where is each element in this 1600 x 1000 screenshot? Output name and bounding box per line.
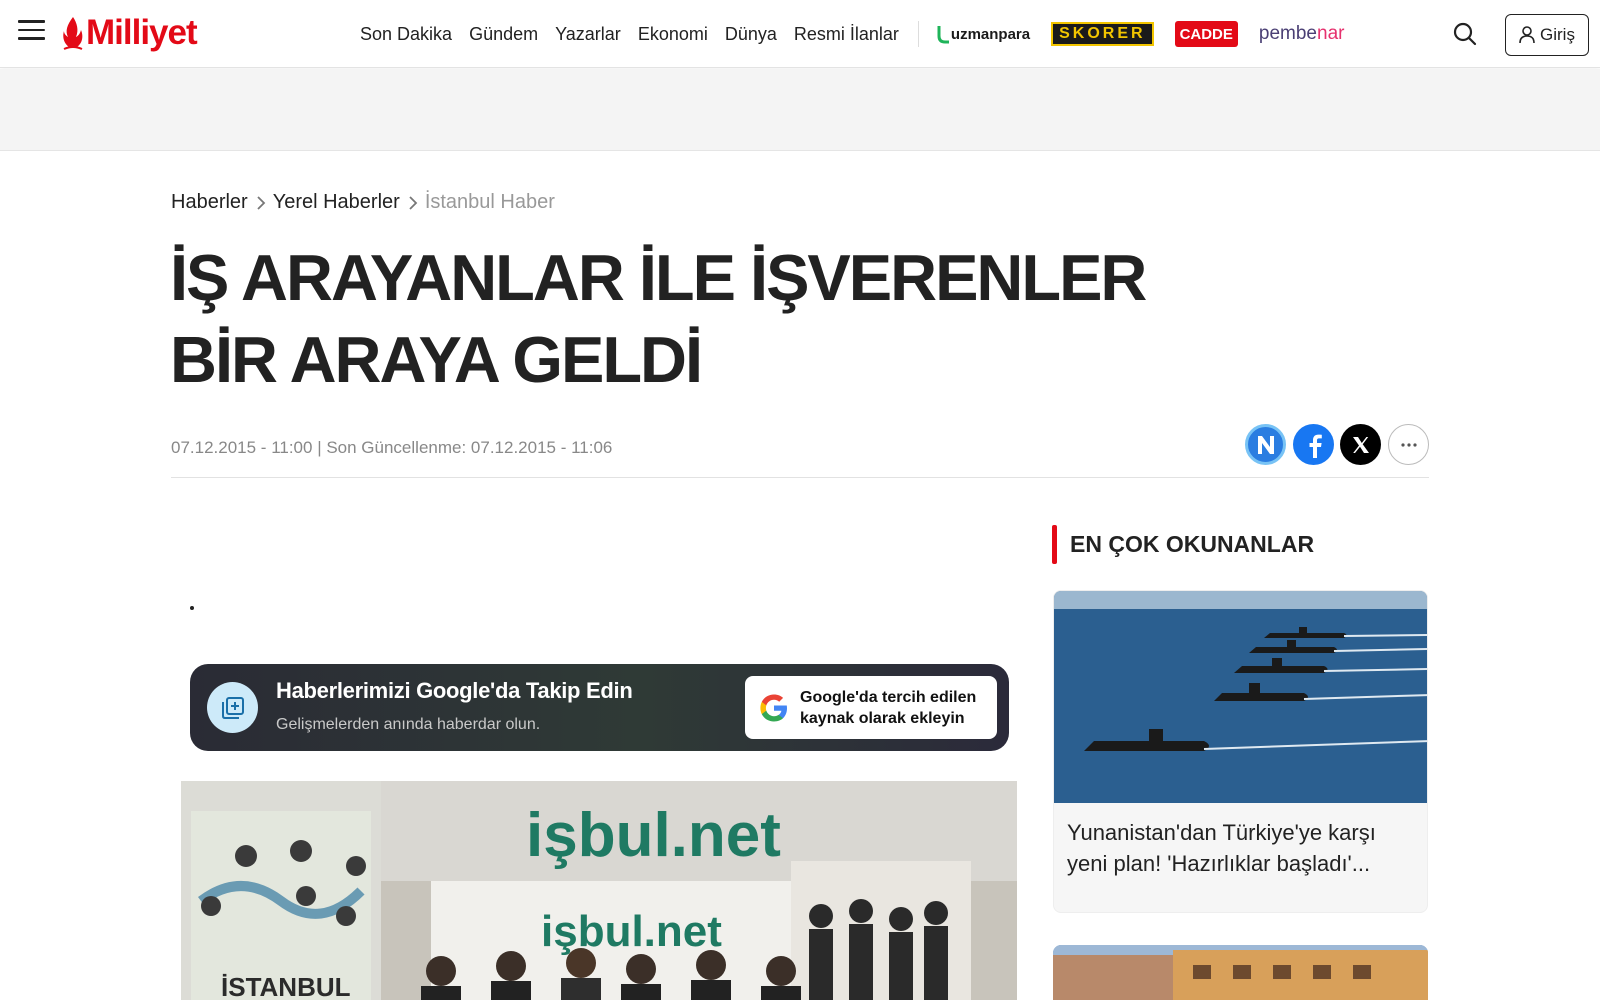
x-twitter-icon[interactable] [1340, 424, 1381, 465]
google-card-title: Haberlerimizi Google'da Takip Edin [276, 678, 633, 703]
main-nav: Son Dakika Gündem Yazarlar Ekonomi Dünya… [360, 20, 1365, 48]
bullet-dot [190, 606, 194, 610]
facebook-icon[interactable] [1293, 424, 1334, 465]
menu-icon[interactable] [18, 20, 45, 42]
nav-son-dakika[interactable]: Son Dakika [360, 24, 452, 45]
more-options-icon[interactable] [1388, 424, 1429, 465]
ad-banner-area [0, 69, 1600, 151]
brand-skorer-label: SKORER [1051, 22, 1154, 46]
google-follow-card: Haberlerimizi Google'da Takip Edin Geliş… [190, 664, 1009, 751]
share-n-icon[interactable] [1245, 424, 1286, 465]
brand-cadde-label: CADDE [1174, 21, 1238, 47]
search-icon[interactable] [1452, 21, 1478, 47]
site-logo[interactable]: Milliyet [62, 12, 198, 54]
most-read-title: EN ÇOK OKUNANLAR [1070, 531, 1315, 557]
brand-cadde[interactable]: CADDE [1174, 20, 1238, 48]
google-button-line1: Google'da tercih edilen [800, 688, 977, 706]
chevron-right-icon [408, 195, 418, 211]
chevron-right-icon [256, 195, 266, 211]
nav-yazarlar[interactable]: Yazarlar [555, 24, 621, 45]
meta-divider [171, 477, 1429, 478]
google-g-icon [760, 694, 787, 721]
istanbul-banner-text: İSTANBUL [221, 972, 351, 1000]
article-title: İŞ ARAYANLAR İLE İŞVERENLER BİR ARAYA GE… [170, 241, 1147, 396]
login-label: Giriş [1540, 25, 1575, 44]
isbul-sign-text: işbul.net [526, 801, 781, 870]
news-follow-icon [207, 682, 258, 733]
brand-pembenar[interactable]: pembe nar [1259, 20, 1345, 48]
brand-uzmanpara-label: uzmanpara [950, 25, 1031, 43]
article-photo[interactable]: İSTANBUL işbul.net işbul.net [181, 781, 1017, 1000]
google-button-label: Google'da tercih edilen kaynak olarak ek… [800, 687, 976, 729]
login-button[interactable]: Giriş [1505, 14, 1589, 56]
breadcrumb: Haberler Yerel Haberler İstanbul Haber [171, 191, 555, 214]
nav-divider [917, 21, 919, 47]
flame-icon [63, 17, 83, 50]
most-read-heading: EN ÇOK OKUNANLAR [1052, 525, 1314, 564]
google-button-line2: kaynak olarak ekleyin [800, 709, 965, 727]
article-photo-illustration: İSTANBUL işbul.net işbul.net [181, 781, 1017, 1000]
breadcrumb-haberler[interactable]: Haberler [171, 191, 248, 214]
site-header: Milliyet Son Dakika Gündem Yazarlar Ekon… [0, 0, 1600, 68]
uzmanpara-logo-icon [937, 26, 949, 44]
most-read-card[interactable]: Yunanistan'dan Türkiye'ye karşı yeni pla… [1053, 590, 1428, 913]
heading-accent-bar [1052, 525, 1057, 564]
user-icon [1519, 26, 1535, 44]
brand-uzmanpara[interactable]: uzmanpara [937, 20, 1030, 48]
submarines-photo [1054, 591, 1427, 803]
most-read-card-2[interactable] [1053, 945, 1428, 1000]
article-date: 07.12.2015 - 11:00 | Son Güncellenme: 07… [171, 438, 613, 457]
brand-pembe-label: pembe [1258, 23, 1318, 44]
logo-text: Milliyet [86, 13, 198, 52]
most-read-card-title: Yunanistan'dan Türkiye'ye karşı yeni pla… [1067, 820, 1376, 876]
google-card-subtitle: Gelişmelerden anında haberdar olun. [276, 716, 541, 733]
isbul-sign-lower: işbul.net [541, 907, 722, 956]
nav-gundem[interactable]: Gündem [469, 24, 538, 45]
breadcrumb-current[interactable]: İstanbul Haber [425, 191, 555, 214]
brand-nar-label: nar [1317, 23, 1345, 44]
building-photo [1053, 945, 1428, 1000]
breadcrumb-yerel-haberler[interactable]: Yerel Haberler [273, 191, 400, 214]
nav-resmi-ilanlar[interactable]: Resmi İlanlar [794, 24, 899, 45]
google-preferred-source-button[interactable]: Google'da tercih edilen kaynak olarak ek… [745, 676, 997, 739]
nav-ekonomi[interactable]: Ekonomi [638, 24, 708, 45]
brand-skorer[interactable]: SKORER [1051, 20, 1154, 48]
nav-dunya[interactable]: Dünya [725, 24, 777, 45]
